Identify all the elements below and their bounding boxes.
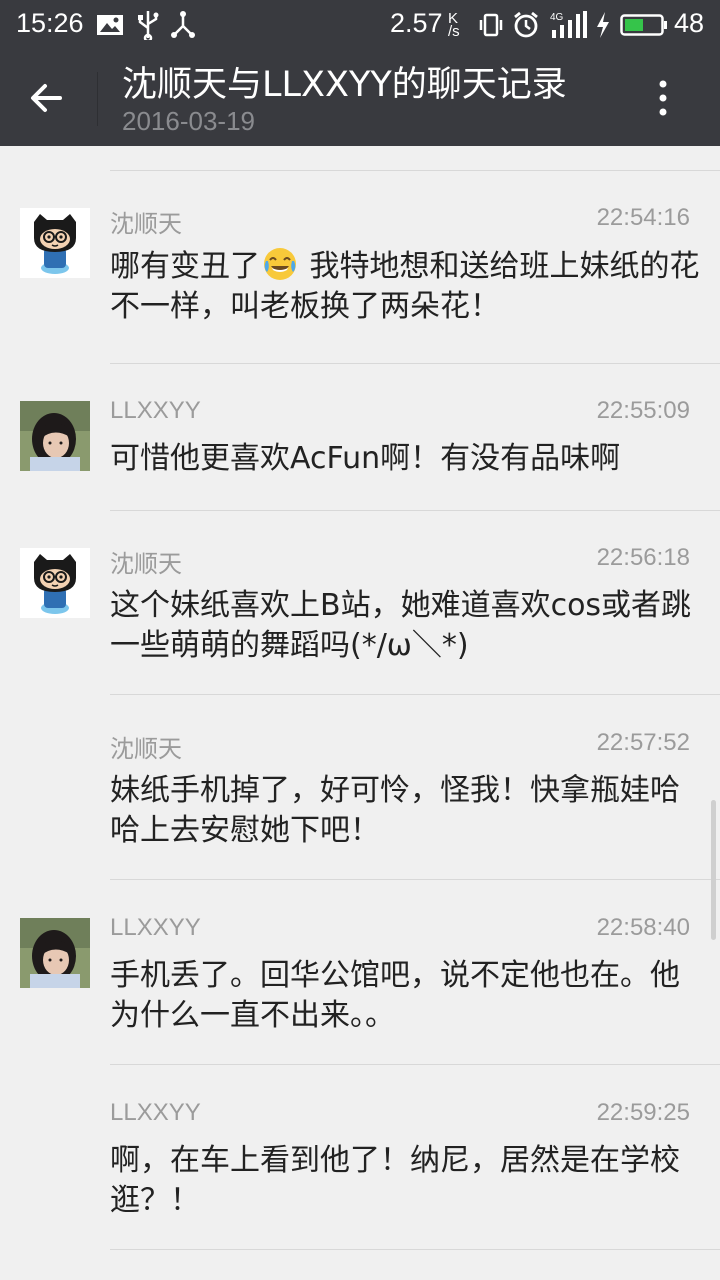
person-photo-icon: [20, 401, 90, 471]
sender-name: LLXXYY: [110, 914, 201, 941]
person-photo-icon: [20, 918, 90, 988]
message-item[interactable]: LLXXYY 22:59:25 啊，在车上看到他了！纳尼，居然是在学校逛？！: [0, 1093, 720, 1243]
sender-name: 沈顺天: [110, 551, 182, 578]
message-time: 22:58:40: [596, 914, 690, 941]
message-item[interactable]: 沈顺天 22:57:52 妹纸手机掉了，好可怜，怪我！快拿瓶娃哈哈上去安慰她下吧…: [0, 723, 720, 873]
sender-name: LLXXYY: [110, 1099, 201, 1126]
divider: [110, 694, 720, 695]
message-text: 这个妹纸喜欢上B站，她难道喜欢cos或者跳一些萌萌的舞蹈吗(*/ω＼*): [110, 588, 692, 663]
octocat-avatar[interactable]: [20, 208, 90, 278]
message-time: 22:55:09: [596, 397, 690, 424]
photo-avatar[interactable]: [20, 401, 90, 471]
alarm-icon: [514, 11, 538, 38]
sender-name: 沈顺天: [110, 211, 182, 238]
photo-avatar[interactable]: [20, 918, 90, 988]
message-item[interactable]: LLXXYY 22:55:09 可惜他更喜欢AcFun啊！有没有品味啊: [0, 391, 720, 511]
message-time: 22:56:18: [596, 544, 690, 571]
page-title: 沈顺天与LLXXYY的聊天记录: [122, 65, 567, 105]
image-icon: [97, 15, 123, 35]
octocat-icon: [20, 208, 90, 278]
more-options-icon[interactable]: [648, 74, 678, 122]
laughing-tears-emoji: [264, 248, 296, 280]
signal-4g-icon: 4G: [550, 11, 587, 38]
battery-level: 48: [674, 8, 705, 38]
header-divider: [97, 72, 98, 126]
svg-text:4G: 4G: [550, 12, 564, 23]
page-date: 2016-03-19: [122, 106, 255, 136]
message-text: 可惜他更喜欢AcFun啊！有没有品味啊: [110, 441, 621, 476]
divider: [110, 510, 720, 511]
scrollbar[interactable]: [711, 800, 716, 940]
message-text: 哪有变丑了 我特地想和送给班上妹纸的花不一样，叫老板换了两朵花！: [110, 246, 700, 327]
message-item[interactable]: LLXXYY 22:58:40 手机丢了。回华公馆吧，说不定他也在。他为什么一直…: [0, 908, 720, 1058]
sender-name: LLXXYY: [110, 397, 201, 424]
share-icon: [171, 11, 195, 38]
message-text: 手机丢了。回华公馆吧，说不定他也在。他为什么一直不出来。。: [110, 958, 680, 1033]
octocat-avatar[interactable]: [20, 548, 90, 618]
octocat-icon: [20, 548, 90, 618]
message-time: 22:59:25: [596, 1099, 690, 1126]
divider: [110, 363, 720, 364]
network-speed: 2.57: [390, 8, 443, 38]
back-arrow-icon[interactable]: [24, 74, 72, 122]
network-speed-unit: K/s: [448, 10, 460, 40]
status-time: 15:26: [16, 8, 84, 38]
message-time: 22:57:52: [596, 729, 690, 756]
message-item[interactable]: 沈顺天 22:56:18 这个妹纸喜欢上B站，她难道喜欢cos或者跳一些萌萌的舞…: [0, 538, 720, 688]
divider: [110, 170, 720, 171]
status-bar: 15:26 2.57 K/s 4G 48: [0, 0, 720, 50]
message-text: 啊，在车上看到他了！纳尼，居然是在学校逛？！: [110, 1143, 680, 1218]
vibrate-icon: [479, 13, 503, 37]
usb-icon: [138, 11, 159, 40]
divider: [110, 879, 720, 880]
charging-icon: [597, 12, 609, 38]
app-header: 沈顺天与LLXXYY的聊天记录 2016-03-19: [0, 50, 720, 146]
message-item[interactable]: 沈顺天 22:54:16 哪有变丑了 我特地想和送给班上妹纸的花不一样，叫老板换…: [0, 198, 720, 388]
battery-icon: [620, 14, 667, 36]
divider: [110, 1064, 720, 1065]
message-time: 22:54:16: [596, 204, 690, 231]
sender-name: 沈顺天: [110, 736, 182, 763]
message-text: 妹纸手机掉了，好可怜，怪我！快拿瓶娃哈哈上去安慰她下吧！: [110, 773, 680, 848]
divider: [110, 1249, 720, 1250]
